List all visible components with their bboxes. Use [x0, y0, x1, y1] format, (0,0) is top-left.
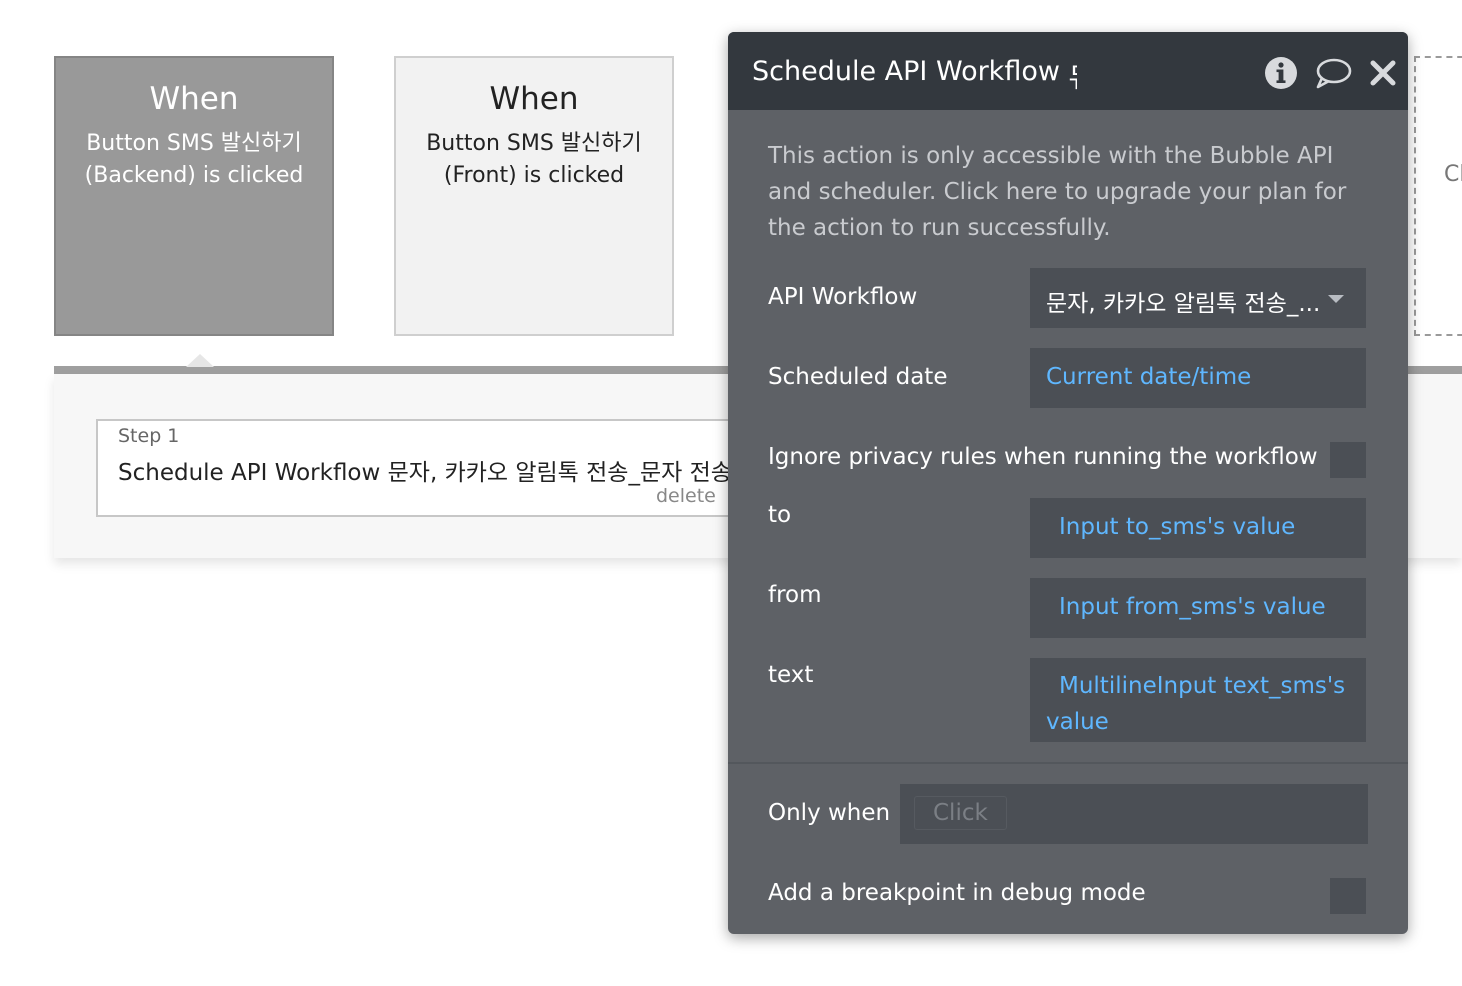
api-workflow-label: API Workflow [768, 284, 918, 310]
param-from-value: Input from_sms's value [1059, 594, 1326, 620]
ignore-privacy-checkbox[interactable] [1330, 442, 1366, 478]
scheduled-date-value: Current date/time [1046, 364, 1252, 390]
param-to-value: Input to_sms's value [1059, 514, 1296, 540]
scheduled-date-label: Scheduled date [768, 364, 948, 390]
info-icon[interactable] [1264, 56, 1298, 90]
comment-icon[interactable] [1314, 56, 1352, 90]
event-when-label: When [149, 81, 239, 117]
close-icon[interactable] [1368, 56, 1398, 90]
panel-title: Schedule API Workflow 듀 [752, 56, 1077, 95]
only-when-click-placeholder[interactable]: Click [914, 796, 1007, 830]
event-card-partial[interactable]: Cl [1414, 56, 1462, 336]
panel-header: Schedule API Workflow 듀 [728, 32, 1408, 110]
panel-divider [728, 762, 1408, 764]
action-property-panel: Schedule API Workflow 듀 This action is o… [728, 32, 1408, 934]
step-1-card[interactable]: Step 1 Schedule API Workflow 문자, 카카오 알림톡… [96, 419, 776, 517]
event-description: Button SMS 발신하기 (Backend) is clicked [84, 131, 304, 188]
param-text-label: text [768, 662, 814, 688]
param-to-field[interactable]: Input to_sms's value [1030, 498, 1366, 558]
scheduled-date-field[interactable]: Current date/time [1030, 348, 1366, 408]
event-partial-text: Cl [1444, 162, 1462, 187]
upgrade-plan-notice[interactable]: This action is only accessible with the … [768, 138, 1368, 246]
event-when-label: When [489, 81, 579, 117]
breakpoint-label: Add a breakpoint in debug mode [768, 880, 1146, 906]
chevron-down-icon [1328, 295, 1344, 303]
step-title: Schedule API Workflow 문자, 카카오 알림톡 전송_문자 … [118, 460, 732, 486]
param-text-value-line1: MultilineInput text_sms's [1059, 673, 1346, 699]
param-from-field[interactable]: Input from_sms's value [1030, 578, 1366, 638]
api-workflow-dropdown[interactable]: 문자, 카카오 알림톡 전송_... [1030, 268, 1366, 328]
only-when-label: Only when [768, 800, 891, 826]
ignore-privacy-label: Ignore privacy rules when running the wo… [768, 444, 1318, 470]
event-card-backend[interactable]: When Button SMS 발신하기 (Backend) is clicke… [54, 56, 334, 336]
only-when-field[interactable]: Click [900, 784, 1368, 844]
panel-title-overflow: 듀 [1069, 56, 1077, 95]
selected-event-pointer [186, 354, 214, 367]
param-to-label: to [768, 502, 792, 528]
event-card-front[interactable]: When Button SMS 발신하기 (Front) is clicked [394, 56, 674, 336]
param-from-label: from [768, 582, 822, 608]
breakpoint-checkbox[interactable] [1330, 878, 1366, 914]
param-text-value-line2: value [1046, 709, 1109, 735]
delete-step-link[interactable]: delete [656, 485, 716, 507]
param-text-field[interactable]: MultilineInput text_sms's value [1030, 658, 1366, 742]
step-number-label: Step 1 [118, 425, 180, 447]
event-description: Button SMS 발신하기 (Front) is clicked [426, 131, 642, 188]
api-workflow-value: 문자, 카카오 알림톡 전송_... [1046, 291, 1321, 317]
